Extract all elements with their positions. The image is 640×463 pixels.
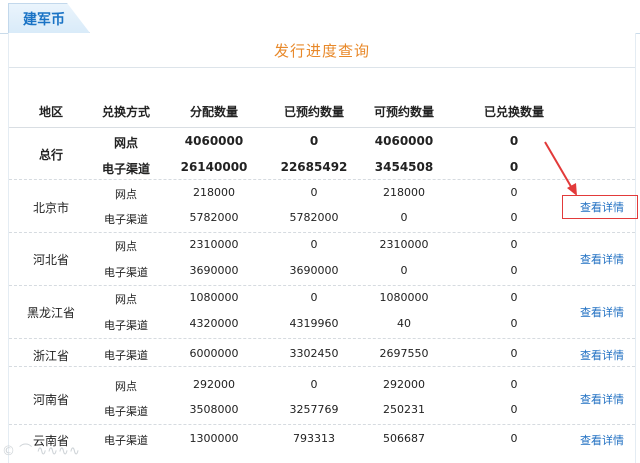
table-cell-reserved: 0 <box>310 238 318 251</box>
region-label: 河北省 <box>32 253 70 267</box>
table-cell-exchanged: 0 <box>510 264 518 277</box>
total-allocated-cell: 4060000 <box>184 134 244 148</box>
table-cell-available: 0 <box>400 264 408 277</box>
view-details-link[interactable]: 查看详情 <box>580 304 624 320</box>
view-details-link[interactable]: 查看详情 <box>580 347 624 363</box>
table-cell-method: 网点 <box>115 380 137 393</box>
table-cell-allocated: 6000000 <box>189 347 239 360</box>
region-label: 河南省 <box>32 392 70 407</box>
table-cell-available: 0 <box>400 211 408 224</box>
table-cell-reserved: 793313 <box>293 432 335 445</box>
row-divider <box>9 366 635 367</box>
watermark-icon: © ⌒ ∿∿∿∿ <box>2 444 80 459</box>
table-cell-method: 电子渠道 <box>104 319 148 332</box>
region-label: 浙江省 <box>32 349 70 363</box>
table-cell-method: 网点 <box>115 188 137 201</box>
total-allocated-cell: 26140000 <box>180 160 248 174</box>
table-cell-allocated: 5782000 <box>189 211 239 224</box>
table-cell-reserved: 3302450 <box>289 347 339 360</box>
tab-label: 建军币 <box>23 12 65 28</box>
row-divider <box>9 424 635 425</box>
region-label: 北京市 <box>32 200 70 215</box>
table-cell-reserved: 0 <box>310 378 318 391</box>
region-label: 黑龙江省 <box>26 306 76 320</box>
red-arrow-icon <box>544 141 577 196</box>
table-cell-method: 网点 <box>115 240 137 253</box>
total-available-cell: 3454508 <box>374 160 434 174</box>
table-cell-allocated: 3508000 <box>189 403 239 416</box>
table-cell-exchanged: 0 <box>510 211 518 224</box>
table-cell-exchanged: 0 <box>510 186 518 199</box>
table-cell-allocated: 2310000 <box>189 238 239 251</box>
table-cell-exchanged: 0 <box>510 317 518 330</box>
column-header-available: 可预约数量 <box>373 105 435 119</box>
total-method-cell: 网点 <box>113 136 139 150</box>
table-cell-exchanged: 0 <box>510 347 518 360</box>
table-cell-exchanged: 0 <box>510 291 518 304</box>
row-divider <box>9 338 635 339</box>
row-divider <box>9 232 635 233</box>
table-cell-reserved: 4319960 <box>289 317 339 330</box>
table-cell-method: 电子渠道 <box>104 405 148 418</box>
table-cell-method: 网点 <box>115 293 137 306</box>
column-header-reserved: 已预约数量 <box>283 105 345 119</box>
tab-jianjunbi[interactable]: 建军币 <box>8 3 90 33</box>
table-cell-method: 电子渠道 <box>104 349 148 362</box>
table-cell-allocated: 292000 <box>193 378 235 391</box>
table-cell-available: 250231 <box>383 403 425 416</box>
table-cell-available: 292000 <box>383 378 425 391</box>
table-cell-exchanged: 0 <box>510 403 518 416</box>
table-cell-available: 218000 <box>383 186 425 199</box>
total-region-label: 总行 <box>38 148 64 162</box>
table-cell-exchanged: 0 <box>510 378 518 391</box>
view-details-link[interactable]: 查看详情 <box>580 432 624 448</box>
table-cell-allocated: 1080000 <box>189 291 239 304</box>
view-details-link[interactable]: 查看详情 <box>580 391 624 407</box>
highlight-box <box>562 195 638 219</box>
table-cell-reserved: 3257769 <box>289 403 339 416</box>
table-cell-available: 506687 <box>383 432 425 445</box>
table-cell-method: 电子渠道 <box>104 434 148 447</box>
table-cell-exchanged: 0 <box>510 238 518 251</box>
column-header-method: 兑换方式 <box>101 105 151 119</box>
tab-bar: 建军币 <box>0 0 640 34</box>
total-exchanged-cell: 0 <box>509 160 519 174</box>
table-cell-allocated: 3690000 <box>189 264 239 277</box>
title-divider <box>9 67 635 68</box>
column-header-exchanged: 已兑换数量 <box>483 105 545 119</box>
table-cell-available: 2310000 <box>379 238 429 251</box>
total-reserved-cell: 22685492 <box>280 160 348 174</box>
content-panel: 发行进度查询 地区 兑换方式 分配数量 已预约数量 可预约数量 已兑换数量 网点… <box>8 33 638 463</box>
column-header-region: 地区 <box>38 105 64 119</box>
total-method-cell: 电子渠道 <box>101 162 151 176</box>
table-cell-reserved: 0 <box>310 186 318 199</box>
row-divider <box>9 285 635 286</box>
total-reserved-cell: 0 <box>309 134 319 148</box>
table-cell-available: 40 <box>397 317 411 330</box>
column-header-allocated: 分配数量 <box>189 105 239 119</box>
table-cell-reserved: 5782000 <box>289 211 339 224</box>
table-cell-allocated: 218000 <box>193 186 235 199</box>
table-cell-exchanged: 0 <box>510 432 518 445</box>
view-details-link[interactable]: 查看详情 <box>580 251 624 267</box>
table-cell-available: 1080000 <box>379 291 429 304</box>
table-cell-available: 2697550 <box>379 347 429 360</box>
table-cell-reserved: 3690000 <box>289 264 339 277</box>
table-cell-method: 电子渠道 <box>104 213 148 226</box>
page-title: 发行进度查询 <box>273 42 370 60</box>
total-exchanged-cell: 0 <box>509 134 519 148</box>
table-cell-method: 电子渠道 <box>104 266 148 279</box>
table-cell-allocated: 4320000 <box>189 317 239 330</box>
table-cell-reserved: 0 <box>310 291 318 304</box>
table-cell-allocated: 1300000 <box>189 432 239 445</box>
total-available-cell: 4060000 <box>374 134 434 148</box>
header-divider <box>9 127 635 128</box>
